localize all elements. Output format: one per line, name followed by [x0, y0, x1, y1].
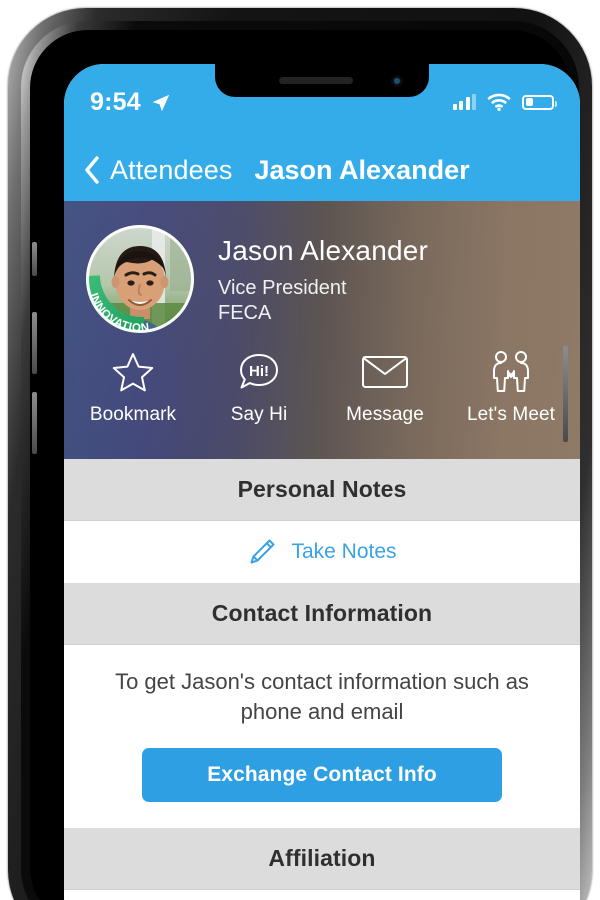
- phone-screen: 9:54 Attendees Jason Alexander INNOVATIO…: [64, 64, 580, 900]
- say-hi-button[interactable]: Hi! Say Hi: [196, 349, 322, 426]
- affiliation-body: FECA: [64, 890, 580, 900]
- mute-switch[interactable]: [32, 242, 37, 276]
- bookmark-button[interactable]: Bookmark: [70, 349, 196, 426]
- page-title: Jason Alexander: [254, 154, 470, 185]
- location-arrow-icon: [152, 94, 170, 111]
- battery-low-icon: [522, 94, 557, 110]
- speech-bubble-hi-icon: Hi!: [236, 349, 282, 395]
- envelope-icon: [361, 349, 409, 395]
- profile-row: INNOVATION Jason Alexander Vice Presiden…: [64, 201, 580, 333]
- back-button-label[interactable]: Attendees: [110, 155, 233, 186]
- action-button-row: Bookmark Hi! Say Hi Message Let's Meet: [64, 333, 580, 426]
- front-camera-icon: [391, 75, 403, 87]
- status-bar-left: 9:54: [90, 88, 172, 117]
- star-outline-icon: [111, 349, 155, 395]
- contact-information-header: Contact Information: [64, 583, 580, 645]
- contact-information-body: To get Jason's contact information such …: [64, 645, 580, 829]
- svg-text:Hi!: Hi!: [249, 363, 269, 380]
- affiliation-header: Affiliation: [64, 828, 580, 891]
- battery-fill: [525, 98, 533, 106]
- earpiece-speaker: [279, 77, 354, 84]
- avatar-photo: [86, 225, 194, 333]
- avatar-illustration: [86, 225, 194, 333]
- profile-name: Jason Alexander: [218, 235, 429, 266]
- status-time: 9:54: [90, 88, 141, 116]
- take-notes-label: Take Notes: [291, 540, 397, 563]
- handshake-people-icon: [486, 349, 536, 395]
- profile-role: Vice President: [218, 277, 347, 300]
- bookmark-label: Bookmark: [89, 404, 177, 425]
- screenshot-stage: 9:54 Attendees Jason Alexander INNOVATIO…: [0, 0, 600, 900]
- profile-info: Jason Alexander Vice President FECA: [194, 225, 428, 326]
- phone-notch: [215, 64, 429, 97]
- message-button[interactable]: Message: [322, 349, 448, 426]
- lets-meet-label: Let's Meet: [466, 404, 556, 425]
- volume-down-button[interactable]: [32, 392, 37, 454]
- avatar[interactable]: INNOVATION: [86, 225, 194, 333]
- status-bar-right: [452, 88, 557, 111]
- phone-frame-inner: 9:54 Attendees Jason Alexander INNOVATIO…: [30, 30, 580, 900]
- cellular-signal-icon: [452, 94, 476, 110]
- volume-up-button[interactable]: [32, 312, 37, 374]
- wifi-icon: [487, 93, 511, 111]
- pencil-icon: [250, 539, 275, 564]
- say-hi-label: Say Hi: [230, 404, 288, 425]
- profile-organization: FECA: [218, 302, 272, 325]
- phone-frame-mid: 9:54 Attendees Jason Alexander INNOVATIO…: [21, 21, 580, 900]
- personal-notes-body: Take Notes: [64, 521, 580, 583]
- phone-frame-outer: 9:54 Attendees Jason Alexander INNOVATIO…: [8, 8, 592, 900]
- lets-meet-button[interactable]: Let's Meet: [448, 349, 574, 426]
- personal-notes-header: Personal Notes: [64, 459, 580, 521]
- profile-banner: INNOVATION Jason Alexander Vice Presiden…: [64, 201, 580, 459]
- contact-description: To get Jason's contact information such …: [115, 669, 529, 724]
- navigation-bar: Attendees Jason Alexander: [64, 139, 580, 201]
- take-notes-button[interactable]: Take Notes: [64, 521, 580, 583]
- exchange-contact-info-button[interactable]: Exchange Contact Info: [142, 748, 502, 803]
- chevron-left-icon[interactable]: [84, 156, 100, 184]
- message-label: Message: [346, 404, 424, 425]
